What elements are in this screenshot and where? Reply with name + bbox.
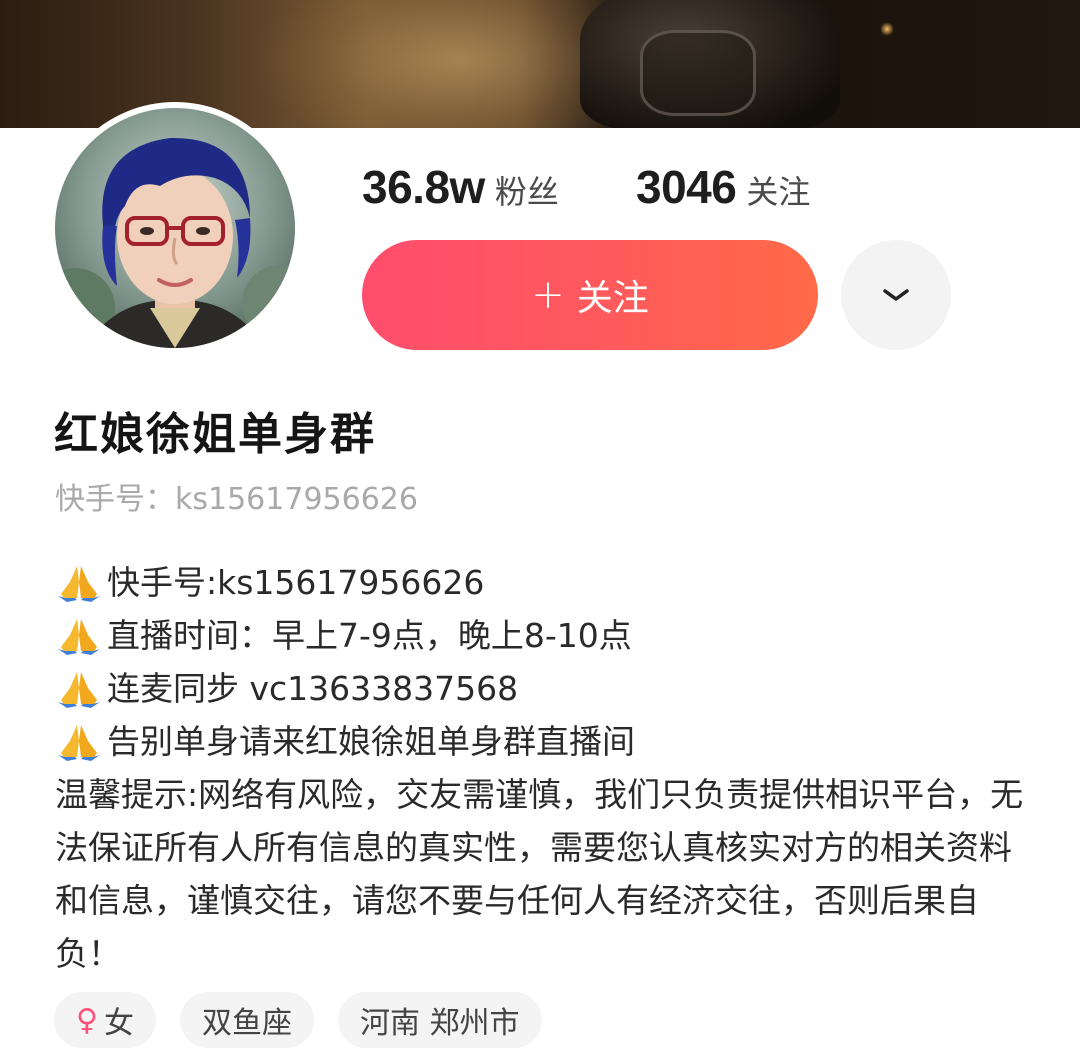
avatar[interactable] — [49, 102, 301, 354]
location-label: 河南 郑州市 — [359, 1006, 520, 1041]
fans-count[interactable]: 36.8w 粉丝 — [362, 160, 559, 220]
bio-notice: 温馨提示:网络有风险，交友需谨慎，我们只负责提供相识平台，无法保证所有人所有信息… — [55, 775, 1024, 973]
banner-figure-detail — [640, 30, 756, 116]
bio-line-text: 快手号:ks15617956626 — [107, 563, 485, 602]
fans-label: 粉丝 — [494, 173, 559, 211]
profile-tags: ♀ 女 双鱼座 河南 郑州市 — [54, 992, 542, 1048]
plus-icon: + — [531, 272, 565, 318]
gender-tag[interactable]: ♀ 女 — [54, 992, 156, 1048]
user-id[interactable]: 快手号：ks15617956626 — [55, 474, 418, 518]
chevron-down-icon — [883, 289, 909, 301]
user-id-value: ks15617956626 — [175, 482, 418, 517]
bio-line: 快手号:ks15617956626 — [55, 556, 1035, 609]
female-icon: ♀ — [76, 1002, 98, 1038]
praying-hands-icon — [58, 724, 100, 761]
praying-hands-icon — [58, 671, 100, 708]
bio-line: 直播时间：早上7-9点，晚上8-10点 — [55, 609, 1035, 662]
banner-light — [880, 22, 894, 36]
bio-line: 连麦同步 vc13633837568 — [55, 662, 1035, 715]
bio-line-text: 直播时间：早上7-9点，晚上8-10点 — [107, 616, 632, 655]
zodiac-tag[interactable]: 双鱼座 — [179, 992, 314, 1048]
following-label: 关注 — [746, 173, 811, 211]
user-id-label: 快手号： — [55, 482, 175, 517]
location-tag[interactable]: 河南 郑州市 — [337, 992, 542, 1048]
more-button[interactable] — [841, 240, 951, 350]
bio-line-text: 连麦同步 vc13633837568 — [107, 669, 519, 708]
bio-line-text: 告别单身请来红娘徐姐单身群直播间 — [107, 722, 635, 761]
praying-hands-icon — [58, 565, 100, 602]
profile-name: 红娘徐姐单身群 — [54, 409, 376, 460]
avatar-image — [55, 108, 295, 348]
gender-label: 女 — [103, 1006, 134, 1041]
following-count[interactable]: 3046 关注 — [636, 160, 810, 220]
follow-button[interactable]: + 关注 — [362, 240, 818, 350]
following-value: 3046 — [636, 161, 737, 213]
fans-value: 36.8w — [362, 161, 485, 213]
follow-label: 关注 — [576, 278, 649, 319]
zodiac-label: 双鱼座 — [201, 1006, 292, 1041]
bio-line: 告别单身请来红娘徐姐单身群直播间 — [55, 715, 1035, 768]
profile-bio: 快手号:ks15617956626 直播时间：早上7-9点，晚上8-10点 连麦… — [55, 556, 1035, 980]
praying-hands-icon — [58, 618, 100, 655]
